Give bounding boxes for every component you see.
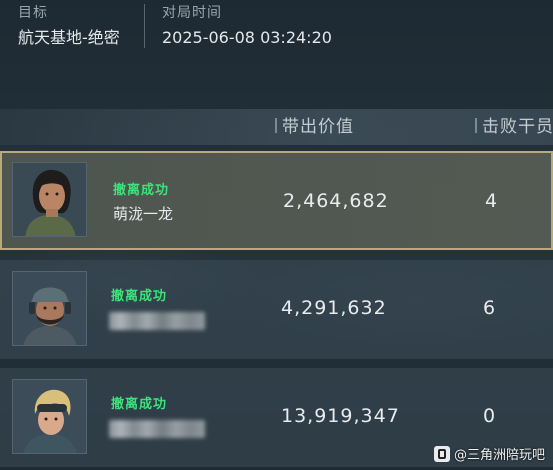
operator-avatar [12, 271, 87, 346]
table-header: 带出价值 击败干员 [0, 109, 553, 145]
extraction-status: 撤离成功 [111, 289, 168, 304]
extraction-status: 撤离成功 [111, 397, 168, 412]
match-info: 目标 航天基地-绝密 对局时间 2025-06-08 03:24:20 [0, 0, 553, 58]
extraction-status: 撤离成功 [113, 183, 170, 198]
operator-avatar [12, 162, 87, 237]
player-name-redacted [109, 312, 205, 330]
watermark: @三角洲陪玩吧 [433, 444, 545, 463]
target-label: 目标 [18, 5, 48, 21]
player-row-1[interactable]: 撤离成功 萌泷一龙 2,464,682 4 [0, 151, 553, 250]
target-block: 目标 航天基地-绝密 [18, 0, 120, 50]
kills-header-label: 击败干员 [482, 117, 553, 137]
kill-count: 6 [483, 297, 496, 319]
kill-count: 0 [483, 405, 496, 427]
column-header-value[interactable]: 带出价值 [275, 109, 354, 145]
weibo-logo-icon [433, 445, 450, 462]
extract-value: 4,291,632 [281, 297, 387, 319]
value-header-label: 带出价值 [282, 117, 354, 137]
player-name: 萌泷一龙 [113, 205, 174, 223]
header-separator [475, 117, 477, 133]
kill-count: 4 [485, 190, 498, 212]
time-value: 2025-06-08 03:24:20 [162, 28, 332, 47]
info-divider [144, 4, 145, 48]
watermark-text: @三角洲陪玩吧 [453, 448, 545, 463]
target-value: 航天基地-绝密 [18, 28, 120, 47]
player-row-2[interactable]: 撤离成功 4,291,632 6 [0, 260, 553, 359]
extract-value: 13,919,347 [281, 405, 400, 427]
extract-value: 2,464,682 [283, 190, 389, 212]
time-label: 对局时间 [162, 5, 222, 21]
operator-avatar [12, 379, 87, 454]
time-block: 对局时间 2025-06-08 03:24:20 [162, 0, 332, 50]
header-separator [275, 117, 277, 133]
player-name-redacted [109, 420, 205, 438]
column-header-kills[interactable]: 击败干员 [475, 109, 553, 145]
